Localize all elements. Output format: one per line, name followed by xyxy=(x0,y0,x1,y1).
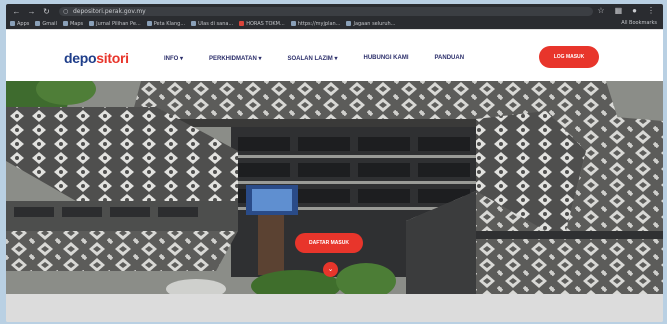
site-header: depositori INFO ▾ PERKHIDMATAN ▾ SOALAN … xyxy=(6,29,663,82)
register-button[interactable]: DAFTAR MASUK xyxy=(295,233,363,253)
nav-info[interactable]: INFO ▾ xyxy=(164,55,183,62)
bookmark-item[interactable]: https://myjplan... xyxy=(290,21,340,27)
bookmark-item[interactable]: Ulas di sana... xyxy=(191,21,233,27)
gmail-icon xyxy=(35,21,41,26)
login-button[interactable]: LOG MASUK xyxy=(539,46,599,68)
bookmark-icon xyxy=(239,21,245,26)
bookmark-item[interactable]: HORAS TOKM... xyxy=(239,21,285,27)
hero-building-image xyxy=(6,81,663,294)
bookmark-icon xyxy=(290,21,296,26)
bookmark-icon xyxy=(191,21,197,26)
extensions-icon[interactable]: ▦ xyxy=(615,6,623,15)
lock-icon: ○ xyxy=(63,7,69,15)
forward-icon[interactable]: → xyxy=(27,7,36,16)
bookmark-item[interactable]: Jurnal Pilihan Pe... xyxy=(89,21,141,27)
profile-icon[interactable]: ● xyxy=(632,6,637,15)
nav-hubungi-kami[interactable]: HUBUNGI KAMI xyxy=(363,55,408,62)
bookmarks-bar: Apps Gmail Maps Jurnal Pilihan Pe... Pet… xyxy=(6,18,663,29)
nav-perkhidmatan[interactable]: PERKHIDMATAN ▾ xyxy=(209,55,261,62)
hero-banner: DAFTAR MASUK ⌄ xyxy=(6,81,663,294)
logo-text-part1: depo xyxy=(64,50,97,66)
bookmark-item[interactable]: Jagaan seluruh... xyxy=(346,21,395,27)
main-nav: INFO ▾ PERKHIDMATAN ▾ SOALAN LAZIM ▾ HUB… xyxy=(164,55,490,62)
menu-kebab-icon[interactable]: ⋮ xyxy=(647,6,655,15)
apps-icon xyxy=(10,21,15,26)
back-icon[interactable]: ← xyxy=(12,7,21,16)
logo-text-part2: sitori xyxy=(96,50,129,66)
maps-icon xyxy=(62,21,68,26)
bookmark-item[interactable]: Apps xyxy=(10,21,29,27)
reload-icon[interactable]: ↻ xyxy=(42,7,51,16)
content-area xyxy=(6,294,663,322)
site-logo[interactable]: depositori xyxy=(64,50,129,66)
bookmark-icon xyxy=(346,21,352,26)
browser-window: ← → ↻ ○ depositori.perak.gov.my ☆ ▦ ● ⋮ … xyxy=(6,4,663,322)
nav-soalan-lazim[interactable]: SOALAN LAZIM ▾ xyxy=(287,55,337,62)
star-icon[interactable]: ☆ xyxy=(597,6,604,15)
bookmark-icon xyxy=(89,21,95,26)
address-bar[interactable]: ○ depositori.perak.gov.my xyxy=(59,6,593,16)
url-text: depositori.perak.gov.my xyxy=(73,7,146,15)
bookmark-item[interactable]: Maps xyxy=(62,21,83,27)
browser-toolbar: ← → ↻ ○ depositori.perak.gov.my ☆ ▦ ● ⋮ xyxy=(6,4,663,18)
chevron-down-icon[interactable]: ⌄ xyxy=(323,262,338,277)
all-bookmarks[interactable]: All Bookmarks xyxy=(621,18,657,29)
bookmark-icon xyxy=(146,21,152,26)
bookmark-item[interactable]: Peta Klang... xyxy=(146,21,185,27)
bookmark-item[interactable]: Gmail xyxy=(35,21,57,27)
nav-panduan[interactable]: PANDUAN xyxy=(434,55,464,62)
